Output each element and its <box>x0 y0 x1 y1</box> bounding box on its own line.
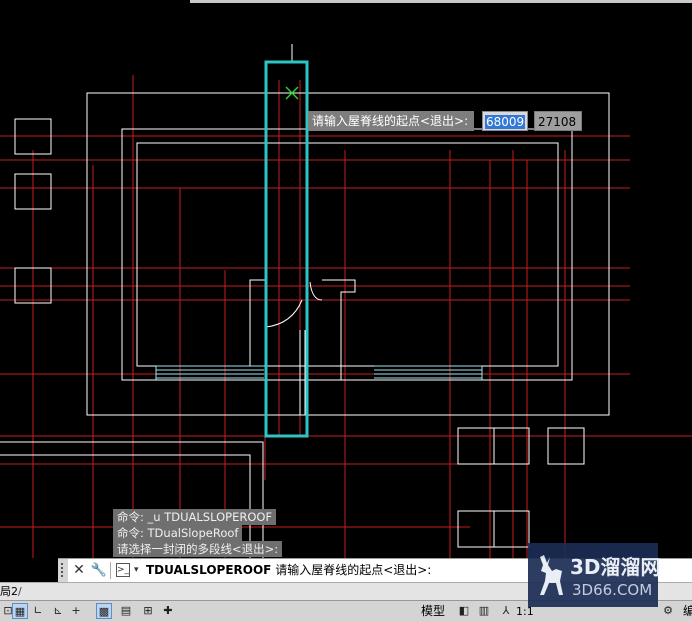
command-prompt: 请输入屋脊线的起点<退出>: <box>275 563 432 577</box>
dynamic-input-x-value[interactable]: 68009 <box>485 115 526 129</box>
door-swings <box>265 281 323 328</box>
history-line-2: 命令: TDualSlopeRoof <box>113 525 243 541</box>
history-line-1: 命令: _u TDUALSLOPEROOF <box>113 509 277 525</box>
dynamic-input-y-field[interactable]: 27108 <box>534 111 582 131</box>
dyn-icon[interactable]: ▤ <box>118 603 134 619</box>
separator <box>110 562 111 579</box>
quick-properties-icon[interactable]: ✚ <box>160 603 176 619</box>
axis-grid-horizontal <box>0 135 692 528</box>
watermark-title: 3D溜溜网 <box>570 555 661 579</box>
status-trailing-label: 编 <box>683 604 692 618</box>
polar-icon[interactable]: ⊾ <box>50 603 66 619</box>
ortho-icon[interactable]: ∟ <box>30 603 46 619</box>
window-top-edge <box>190 0 692 3</box>
dynamic-input-prompt: 请输入屋脊线的起点<退出>: <box>308 111 475 131</box>
command-prompt-icon[interactable]: >_ <box>116 563 130 577</box>
wrench-icon[interactable]: 🔧 <box>90 559 108 582</box>
command-input[interactable]: TDUALSLOPEROOF 请输入屋脊线的起点<退出>: <box>146 559 431 582</box>
command-name: TDUALSLOPEROOF <box>146 563 272 577</box>
drawing-canvas[interactable] <box>0 0 692 558</box>
watermark: 3D溜溜网 3D66.COM <box>528 543 661 607</box>
model-space-button[interactable]: 模型 <box>421 601 445 622</box>
history-line-3: 请选择一封闭的多段线<退出>: <box>113 541 283 557</box>
otrack-icon[interactable]: ▩ <box>96 603 112 619</box>
deer-logo-icon <box>540 555 563 595</box>
grid-icon[interactable]: ▦ <box>12 603 28 619</box>
settings-icon[interactable]: ⚙ <box>660 603 676 619</box>
viewports-icon[interactable]: ▥ <box>476 603 492 619</box>
watermark-subtitle: 3D66.COM <box>572 581 653 599</box>
osnap-icon[interactable]: + <box>68 603 84 619</box>
close-icon[interactable]: ✕ <box>70 559 88 582</box>
annotation-scale-icon[interactable]: ⅄ <box>498 603 514 619</box>
tab-separator: / <box>18 585 22 598</box>
chevron-down-icon[interactable]: ▾ <box>134 559 139 582</box>
tab-layout2[interactable]: 局2 <box>0 583 18 600</box>
lineweight-icon[interactable]: ⊞ <box>140 603 156 619</box>
windows <box>155 365 483 380</box>
cad-drawing[interactable] <box>0 0 692 558</box>
building-outline <box>0 92 610 558</box>
layout-icon[interactable]: ◧ <box>456 603 472 619</box>
dynamic-input-x-field[interactable]: 68009 <box>482 111 528 131</box>
axis-grid-vertical <box>32 75 566 558</box>
grip-handle[interactable] <box>58 559 68 582</box>
